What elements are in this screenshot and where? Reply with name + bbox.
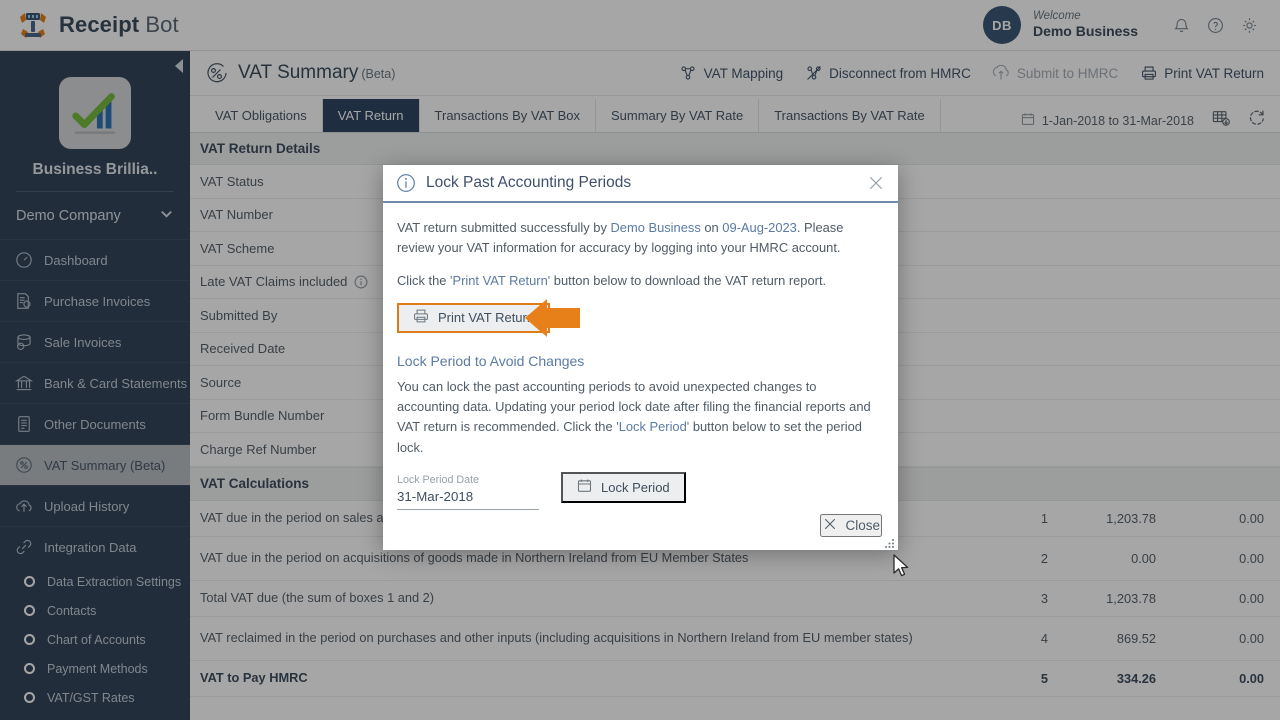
print-vat-return-inline-link: 'Print VAT Return' [450, 272, 551, 288]
close-button-label: Close [845, 517, 880, 533]
lock-past-accounting-periods-dialog: Lock Past Accounting Periods VAT return … [383, 165, 898, 550]
dialog-title-wrap: Lock Past Accounting Periods [396, 173, 631, 193]
lock-period-subheading: Lock Period to Avoid Changes [397, 352, 585, 369]
close-button[interactable]: Close [820, 513, 882, 537]
dialog-footer: Close [383, 500, 898, 550]
para1-a: VAT return submitted successfully by [397, 220, 611, 235]
print-instruction-text: Click the 'Print VAT Return' button belo… [397, 271, 880, 291]
dialog-title: Lock Past Accounting Periods [426, 174, 632, 191]
left-pointing-arrow-icon [523, 298, 581, 338]
dialog-body: VAT return submitted successfully by Dem… [383, 203, 898, 510]
submission-confirmation-text: VAT return submitted successfully by Dem… [397, 218, 880, 259]
print-vat-return-button-label: Print VAT Return [438, 310, 535, 326]
submitted-by-link[interactable]: Demo Business [611, 220, 701, 235]
mouse-pointer-icon [893, 554, 910, 579]
lock-period-date-label: Lock Period Date [397, 473, 479, 486]
para2-b: button below to download the VAT return … [550, 272, 827, 288]
info-circle-icon [396, 173, 416, 193]
printer-icon [413, 308, 429, 327]
lock-period-button-label: Lock Period [601, 479, 670, 495]
print-vat-return-button-wrap: Print VAT Return [397, 298, 580, 337]
para1-b: on [700, 220, 723, 235]
lock-period-inline-link: 'Lock Period' [616, 419, 690, 435]
app-root: Receipt Bot DB Welcome Demo Business Bus… [0, 0, 1280, 720]
submitted-date-link[interactable]: 09-Aug-2023 [722, 220, 797, 235]
calendar-icon [577, 478, 592, 496]
lock-period-description-text: You can lock the past accounting periods… [397, 377, 880, 458]
dialog-header: Lock Past Accounting Periods [383, 165, 898, 203]
close-x-icon [822, 516, 838, 535]
para2-a: Click the [397, 272, 451, 288]
resize-grip-icon[interactable] [884, 536, 895, 548]
close-icon[interactable] [866, 173, 886, 193]
lock-period-button[interactable]: Lock Period [561, 471, 686, 503]
